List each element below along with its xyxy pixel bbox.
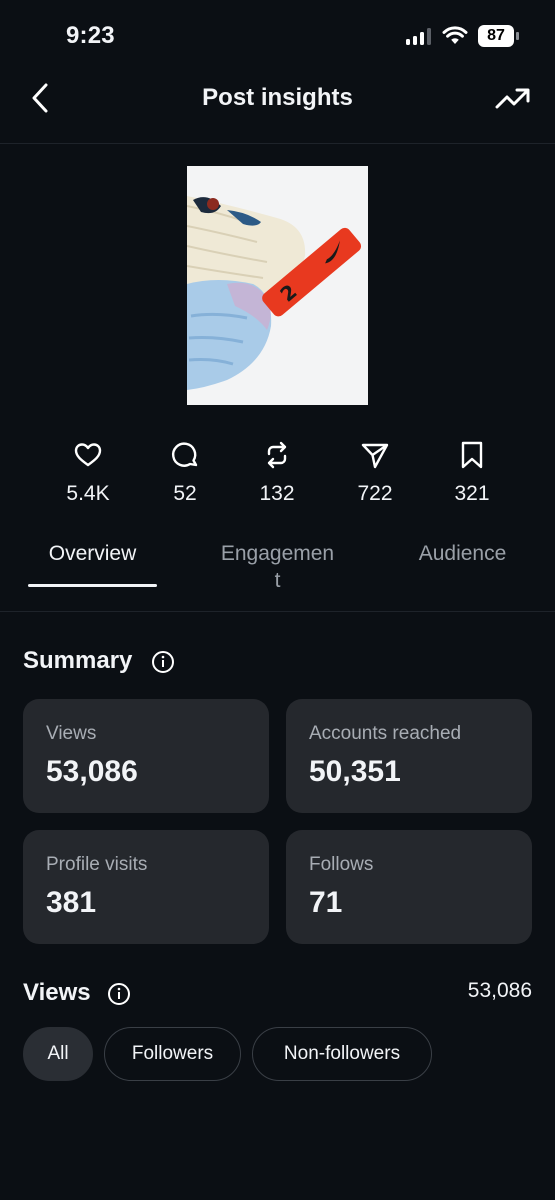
- active-tab-indicator: [28, 584, 157, 587]
- summary-card-accounts-reached[interactable]: Accounts reached 50,351: [286, 699, 532, 813]
- bookmark-icon: [461, 441, 483, 469]
- tab-audience[interactable]: Audience: [400, 540, 525, 567]
- card-value: 381: [46, 886, 97, 919]
- stat-saves[interactable]: 321: [432, 440, 512, 506]
- card-label: Views: [46, 723, 97, 744]
- card-value: 50,351: [309, 755, 401, 788]
- likes-count: 5.4K: [66, 482, 110, 505]
- comments-count: 52: [173, 482, 197, 505]
- views-title: Views: [23, 979, 91, 1006]
- header: Post insights: [0, 70, 555, 144]
- page-title: Post insights: [202, 84, 353, 111]
- insights-tabs: Overview Engagemen t Audience: [0, 530, 555, 612]
- wifi-icon: [442, 26, 468, 44]
- comment-icon: [171, 442, 198, 467]
- signal-icon: [406, 27, 432, 45]
- filter-chip-followers[interactable]: Followers: [104, 1027, 241, 1081]
- stat-likes[interactable]: 5.4K: [48, 440, 128, 506]
- card-label: Follows: [309, 854, 374, 875]
- card-label: Accounts reached: [309, 723, 462, 744]
- battery-icon: 87: [478, 25, 520, 47]
- saves-count: 321: [454, 482, 490, 505]
- battery-level: 87: [478, 25, 514, 47]
- repost-icon: [267, 441, 287, 469]
- info-icon[interactable]: [107, 982, 131, 1006]
- trend-icon[interactable]: [494, 82, 532, 114]
- post-thumbnail[interactable]: 2: [187, 166, 368, 405]
- card-label: Profile visits: [46, 854, 148, 875]
- reposts-count: 132: [259, 482, 295, 505]
- card-value: 71: [309, 886, 343, 919]
- stat-shares[interactable]: 722: [335, 440, 415, 506]
- summary-card-views[interactable]: Views 53,086: [23, 699, 269, 813]
- heart-icon: [74, 443, 102, 467]
- tab-engagement[interactable]: Engagemen t: [205, 540, 350, 594]
- filter-chip-all[interactable]: All: [23, 1027, 93, 1081]
- sneaker-image: 2: [187, 166, 368, 405]
- filter-chip-non-followers[interactable]: Non-followers: [252, 1027, 432, 1081]
- card-value: 53,086: [46, 755, 138, 788]
- share-icon: [361, 443, 389, 469]
- status-time: 9:23: [66, 22, 115, 49]
- summary-title: Summary: [23, 647, 133, 674]
- summary-card-follows[interactable]: Follows 71: [286, 830, 532, 944]
- info-icon[interactable]: [151, 650, 175, 674]
- shares-count: 722: [357, 482, 393, 505]
- summary-card-profile-visits[interactable]: Profile visits 381: [23, 830, 269, 944]
- views-total: 53,086: [467, 979, 532, 1002]
- engagement-stats: 5.4K 52 132 722 321: [0, 440, 555, 510]
- stat-reposts[interactable]: 132: [237, 440, 317, 506]
- stat-comments[interactable]: 52: [145, 440, 225, 506]
- status-bar: 9:23 87: [0, 0, 555, 70]
- tab-overview[interactable]: Overview: [28, 540, 157, 567]
